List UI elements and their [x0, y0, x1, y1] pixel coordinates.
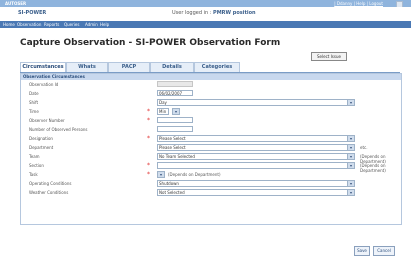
operating-conditions-select[interactable]: Shutdown ▾ — [157, 180, 355, 187]
brand-label: AUTOSER — [5, 1, 27, 6]
row-operating-conditions: Operating Conditions Shutdown ▾ — [29, 180, 399, 187]
chevron-down-icon: ▾ — [347, 154, 354, 159]
department-value: Please Select — [159, 145, 186, 150]
nav-bar: Home Observation Reports Queries Admin H… — [0, 21, 411, 28]
cancel-button[interactable]: Cancel — [373, 246, 395, 256]
num-observed-label: Number of Observed Persons — [29, 127, 88, 132]
header: SI-POWER User logged in : PMRW position — [0, 7, 411, 21]
nav-item-home[interactable]: Home — [3, 22, 15, 27]
required-marker: * — [147, 117, 150, 124]
row-num-observed: Number of Observed Persons — [29, 126, 399, 133]
tab-whats[interactable]: Whats — [66, 62, 108, 72]
team-value: No Team Selected — [159, 154, 195, 159]
designation-label: Designation — [29, 136, 53, 141]
row-observation-id: Observation Id — [29, 81, 399, 88]
nav-item-queries[interactable]: Queries — [64, 22, 79, 27]
observation-id-label: Observation Id — [29, 82, 59, 87]
section-label: Section — [29, 163, 44, 168]
required-marker: * — [147, 108, 150, 115]
save-button[interactable]: Save — [354, 246, 370, 256]
date-label: Date — [29, 91, 39, 96]
task-select[interactable]: ▾ — [157, 171, 165, 178]
shift-select[interactable]: Day ▾ — [157, 99, 355, 106]
required-marker: * — [147, 162, 150, 169]
required-marker: * — [147, 135, 150, 142]
login-status: User logged in : PMRW position — [172, 10, 256, 16]
row-designation: Designation * Please Select ▾ — [29, 135, 399, 142]
row-date: Date 06/02/2007 — [29, 90, 399, 97]
tab-details[interactable]: Details — [150, 62, 194, 72]
row-weather-conditions: Weather Conditions Not Selected ▾ — [29, 189, 399, 196]
select-issue-button[interactable]: Select Issue — [311, 52, 347, 61]
tab-circumstances[interactable]: Circumstances — [20, 62, 66, 72]
required-marker: * — [147, 171, 150, 178]
row-time: Time * Min ▾ — [29, 108, 399, 115]
observer-number-field[interactable] — [157, 117, 193, 123]
nav-item-reports[interactable]: Reports — [44, 22, 59, 27]
time-dropdown[interactable]: ▾ — [172, 108, 180, 115]
team-label: Team — [29, 154, 40, 159]
login-prefix: User logged in : — [172, 10, 214, 16]
shift-label: Shift — [29, 100, 39, 105]
tab-pacp[interactable]: PACP — [108, 62, 150, 72]
observer-number-label: Observer Number — [29, 118, 65, 123]
weather-conditions-select[interactable]: Not Selected ▾ — [157, 189, 355, 196]
row-shift: Shift Day ▾ — [29, 99, 399, 106]
chevron-down-icon: ▾ — [347, 100, 354, 105]
weather-conditions-label: Weather Conditions — [29, 190, 69, 195]
tab-bar: Circumstances Whats PACP Details Categor… — [20, 62, 400, 73]
login-user: PMRW position — [213, 10, 256, 16]
nav-item-admin[interactable]: Admin — [85, 22, 98, 27]
app-name: SI-POWER — [18, 10, 47, 16]
page-title: Capture Observation - SI-POWER Observati… — [20, 38, 281, 48]
row-observer-number: Observer Number * — [29, 117, 399, 124]
shift-value: Day — [159, 100, 167, 105]
observation-id-field — [157, 81, 193, 87]
designation-value: Please Select — [159, 136, 186, 141]
chevron-down-icon: ▾ — [173, 109, 179, 114]
department-hint: etc. — [360, 145, 368, 150]
task-hint: (Depends on Department) — [168, 172, 221, 177]
designation-select[interactable]: Please Select ▾ — [157, 135, 355, 142]
row-department: Department Please Select ▾ etc. — [29, 144, 399, 151]
section-heading: Observation Circumstances — [21, 74, 401, 80]
time-value: Min — [159, 109, 167, 114]
chevron-down-icon: ▾ — [347, 181, 354, 186]
chevron-down-icon: ▾ — [347, 190, 354, 195]
user-links[interactable]: | Ddanny | Help | Logout — [334, 1, 383, 6]
row-task: Task * ▾ (Depends on Department) — [29, 171, 399, 178]
row-section: Section * ▾ (Depends on Department) — [29, 162, 399, 173]
chevron-down-icon: ▾ — [347, 136, 354, 141]
chevron-down-icon: ▾ — [347, 163, 354, 168]
num-observed-field[interactable] — [157, 126, 193, 132]
section-select[interactable]: ▾ — [157, 162, 355, 169]
chevron-down-icon: ▾ — [347, 145, 354, 150]
department-select[interactable]: Please Select ▾ — [157, 144, 355, 151]
app-window: AUTOSER | Ddanny | Help | Logout SI-POWE… — [0, 0, 411, 256]
time-label: Time — [29, 109, 39, 114]
top-links[interactable]: | Ddanny | Help | Logout — [334, 1, 383, 6]
top-bar: AUTOSER | Ddanny | Help | Logout — [0, 0, 411, 8]
tab-categories[interactable]: Categories — [194, 62, 240, 72]
department-label: Department — [29, 145, 54, 150]
operating-conditions-value: Shutdown — [159, 181, 179, 186]
weather-conditions-value: Not Selected — [159, 190, 185, 195]
row-team: Team No Team Selected ▾ (Depends on Depar… — [29, 153, 399, 164]
task-label: Task — [29, 172, 38, 177]
operating-conditions-label: Operating Conditions — [29, 181, 72, 186]
nav-item-observation[interactable]: Observation — [17, 22, 41, 27]
team-select[interactable]: No Team Selected ▾ — [157, 153, 355, 160]
date-field[interactable]: 06/02/2007 — [157, 90, 193, 96]
nav-item-help[interactable]: Help — [100, 22, 109, 27]
form-panel: Observation Circumstances Observation Id… — [20, 73, 402, 225]
chevron-down-icon: ▾ — [158, 172, 164, 177]
time-select[interactable]: Min — [157, 108, 169, 115]
